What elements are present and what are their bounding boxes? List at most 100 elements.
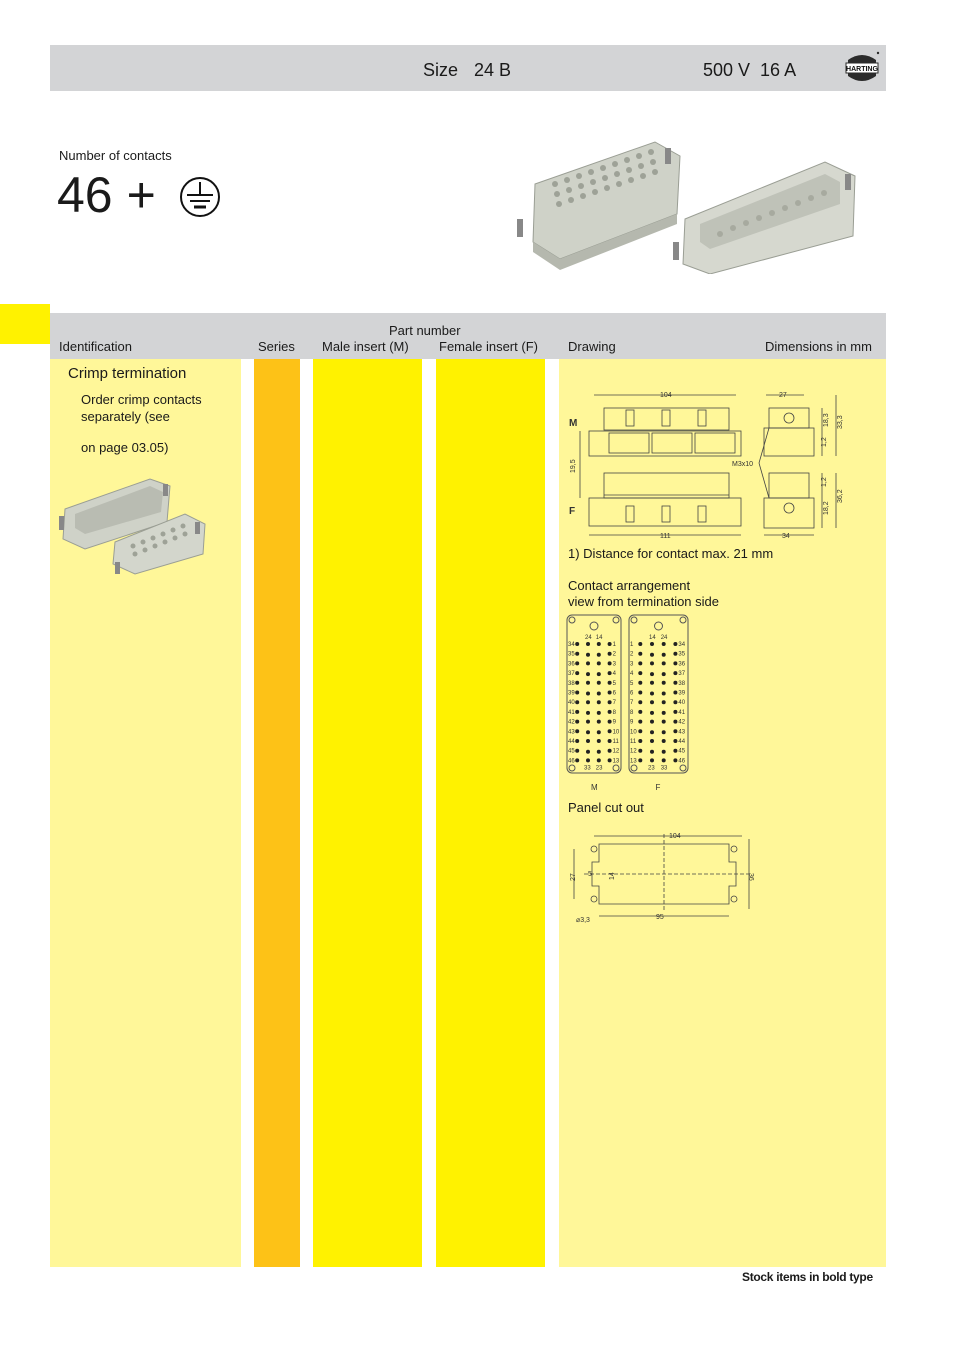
female-contact-pin bbox=[638, 690, 643, 695]
female-contact-pin bbox=[661, 700, 666, 705]
series-column bbox=[254, 359, 300, 1267]
female-left-number: 12 bbox=[630, 749, 637, 755]
male-contact-pin bbox=[596, 672, 601, 677]
male-contact-pin bbox=[575, 700, 580, 705]
female-contact-pin bbox=[650, 710, 654, 715]
female-contact-pin bbox=[650, 730, 654, 735]
female-contact-pin bbox=[661, 758, 666, 763]
male-left-number: 41 bbox=[568, 710, 575, 716]
header-female-insert: Female insert (F) bbox=[439, 339, 538, 354]
female-contact-pin bbox=[650, 661, 654, 666]
male-left-number: 45 bbox=[568, 749, 575, 755]
female-contact-pin bbox=[650, 739, 654, 743]
male-contact-pin bbox=[586, 652, 590, 657]
mounting-hole-icon bbox=[612, 616, 620, 624]
female-right-number: 42 bbox=[678, 720, 685, 726]
plus-sign: + bbox=[126, 167, 156, 223]
female-left-number: 4 bbox=[630, 671, 634, 677]
identification-column: Crimp termination Order crimp contacts s… bbox=[50, 359, 241, 1267]
female-contact-pin bbox=[661, 652, 666, 657]
dim-m-width: 27 bbox=[779, 392, 787, 399]
male-contact-pin bbox=[596, 730, 601, 735]
male-right-number: 7 bbox=[613, 700, 617, 706]
female-top-number: 14 bbox=[649, 635, 656, 641]
male-contact-pin bbox=[586, 700, 590, 705]
female-right-number: 39 bbox=[678, 691, 685, 697]
female-right-number: 44 bbox=[678, 739, 685, 745]
female-contact-pin bbox=[650, 672, 654, 677]
male-bottom-number: 23 bbox=[596, 765, 603, 771]
mounting-hole-icon bbox=[679, 764, 687, 772]
female-left-number: 2 bbox=[630, 652, 634, 658]
footnote: 1) Distance for contact max. 21 mm bbox=[568, 546, 774, 561]
stock-note: Stock items in bold type bbox=[742, 1270, 873, 1284]
female-insert-image bbox=[517, 141, 681, 270]
male-right-number: 6 bbox=[613, 691, 617, 697]
male-contact-pin bbox=[596, 749, 601, 754]
male-right-number: 8 bbox=[613, 710, 617, 716]
female-contact-pin bbox=[638, 709, 643, 714]
female-right-number: 46 bbox=[678, 758, 685, 764]
male-left-number: 35 bbox=[568, 652, 575, 658]
female-contact-pin bbox=[673, 729, 678, 734]
male-contact-pin bbox=[596, 652, 601, 657]
female-left-number: 5 bbox=[630, 681, 634, 687]
female-right-number: 36 bbox=[678, 661, 685, 667]
male-left-number: 37 bbox=[568, 671, 575, 677]
female-contact-pin bbox=[638, 680, 643, 685]
male-contact-pin bbox=[607, 729, 612, 734]
male-contact-pin bbox=[596, 661, 601, 666]
earth-contact-icon bbox=[589, 621, 599, 631]
female-contact-pin bbox=[650, 719, 654, 724]
female-left-number: 13 bbox=[630, 758, 637, 764]
female-contact-pin bbox=[650, 642, 654, 646]
header-series: Series bbox=[258, 339, 295, 354]
female-contact-pin bbox=[661, 739, 666, 743]
header-dimensions: Dimensions in mm bbox=[765, 339, 872, 354]
male-right-number: 9 bbox=[613, 720, 617, 726]
male-right-number: 2 bbox=[613, 652, 617, 658]
male-bottom-number: 33 bbox=[584, 765, 591, 771]
size-info: Size 24 B bbox=[423, 60, 527, 81]
female-right-number: 41 bbox=[678, 710, 685, 716]
female-contact-pin bbox=[661, 680, 666, 685]
male-contact-pin bbox=[575, 719, 580, 724]
male-contact-pin bbox=[575, 642, 580, 646]
male-label: M bbox=[591, 783, 598, 792]
female-contact-pin bbox=[638, 719, 643, 724]
female-contact-pin bbox=[638, 739, 643, 743]
male-right-number: 10 bbox=[613, 729, 620, 735]
female-right-number: 43 bbox=[678, 729, 685, 735]
size-label: Size bbox=[423, 60, 459, 80]
male-contact-pin bbox=[607, 680, 612, 685]
male-contact-pin bbox=[575, 748, 580, 753]
panel-inner-length: 95 bbox=[656, 914, 664, 921]
female-contact-pin bbox=[661, 719, 666, 724]
female-contact-pin bbox=[673, 661, 678, 666]
male-contact-pin bbox=[586, 749, 590, 754]
female-left-number: 8 bbox=[630, 710, 634, 716]
label-m: M bbox=[569, 418, 577, 429]
female-insert-column bbox=[436, 359, 545, 1267]
panel-cutout-label: Panel cut out bbox=[568, 800, 644, 815]
male-left-number: 44 bbox=[568, 739, 575, 745]
female-left-number: 1 bbox=[630, 642, 634, 648]
male-left-number: 42 bbox=[568, 720, 575, 726]
earth-contact-icon bbox=[654, 621, 663, 631]
contact-arrangement-female: 14 24 1 34 2 35 3 36 4 37 5 38 6 39 7 40 8 41 9 42 10 43 11 44 1… bbox=[628, 614, 689, 792]
female-contact-pin bbox=[638, 671, 643, 676]
female-contact-pin bbox=[638, 729, 643, 734]
crimp-connector-image bbox=[59, 478, 206, 575]
female-contact-pin bbox=[638, 661, 643, 666]
male-contact-pin bbox=[586, 730, 590, 735]
current-rating: 16 A bbox=[760, 60, 797, 80]
dim-offset: 19,5 bbox=[570, 459, 577, 473]
section-tab bbox=[0, 304, 50, 344]
male-top-number: 14 bbox=[596, 635, 603, 641]
female-right-number: 34 bbox=[678, 642, 685, 648]
dim-m-gap: 1,2 bbox=[821, 437, 828, 447]
male-contact-pin bbox=[575, 680, 580, 685]
panel-length: 104 bbox=[669, 833, 681, 840]
protective-earth-icon bbox=[180, 177, 220, 217]
female-contact-pin bbox=[650, 691, 654, 696]
